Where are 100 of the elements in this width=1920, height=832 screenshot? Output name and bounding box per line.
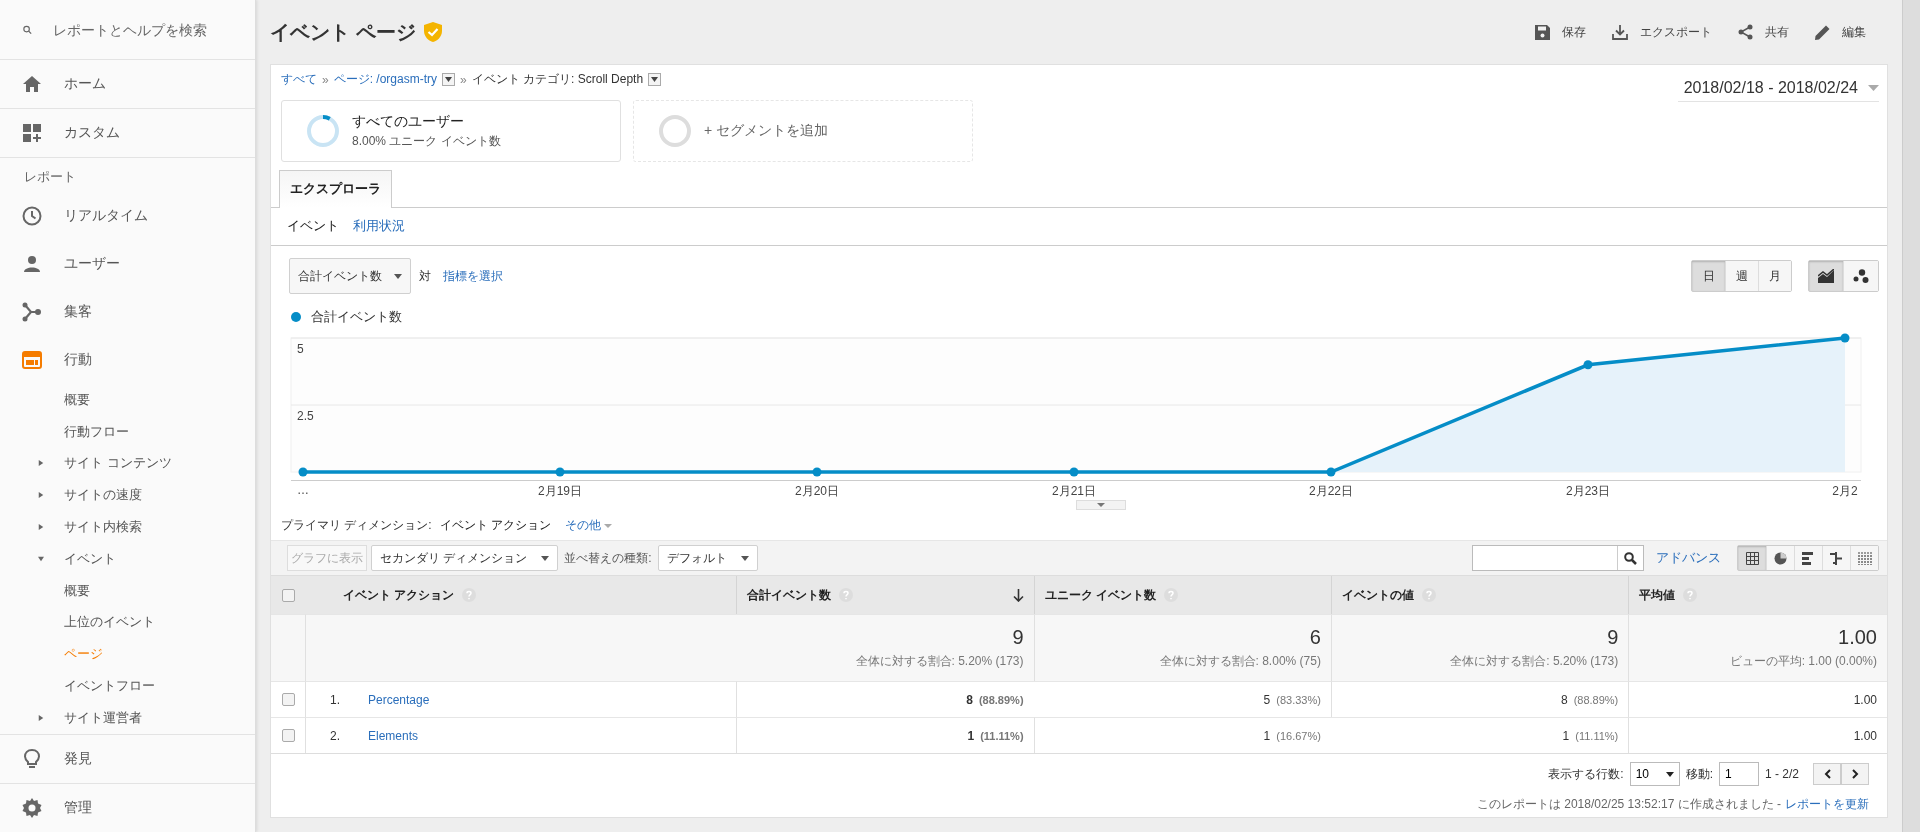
row-checkbox[interactable] <box>281 693 295 706</box>
sidebar-subitem[interactable]: イベントフロー <box>0 670 255 702</box>
share-button[interactable]: 共有 <box>1738 23 1789 41</box>
period-button[interactable]: 日 <box>1692 261 1725 291</box>
period-button[interactable]: 週 <box>1725 261 1758 291</box>
save-button[interactable]: 保存 <box>1535 23 1586 41</box>
cell-value: 1 <box>1263 728 1271 743</box>
sidebar-subitem[interactable]: サイトの速度 <box>0 479 255 512</box>
select-metric-link[interactable]: 指標を選択 <box>443 267 503 285</box>
sidebar-subitem[interactable]: イベント <box>0 543 255 575</box>
primary-dimension-value[interactable]: イベント アクション <box>439 517 551 534</box>
breadcrumb-link[interactable]: すべて <box>281 71 317 88</box>
refresh-report-link[interactable]: レポートを更新 <box>1785 796 1869 813</box>
caret-down-icon <box>604 523 612 528</box>
subtab-link[interactable]: イベント <box>287 217 339 235</box>
sidebar-item[interactable]: リアルタイム <box>0 192 255 240</box>
section-label: レポート <box>23 168 77 186</box>
sort-type-dropdown[interactable]: デフォルト <box>657 545 758 571</box>
sidebar-subitem[interactable]: サイト内検索 <box>0 511 255 543</box>
dropdown-button[interactable] <box>442 73 456 86</box>
help-icon <box>1421 588 1436 602</box>
person-icon <box>22 255 42 273</box>
primary-dimension-label: プライマリ ディメンション: <box>281 517 432 534</box>
collapse-chart-button[interactable] <box>1076 500 1126 510</box>
sidebar-item[interactable]: ホーム <box>0 60 255 109</box>
sidebar-subitem[interactable]: サイト コンテンツ <box>0 447 255 480</box>
ring-icon <box>658 114 692 148</box>
other-dimension-link[interactable]: その他 <box>565 517 612 534</box>
event-action-link[interactable]: Elements <box>368 728 419 743</box>
total-value: 1.00 <box>1838 626 1877 649</box>
sidebar-item[interactable]: カスタム <box>0 109 255 158</box>
column-header[interactable]: 合計イベント数 <box>736 576 1034 614</box>
help-icon <box>462 588 477 602</box>
sidebar-subitem[interactable]: 概要 <box>0 384 255 416</box>
breadcrumb-link[interactable]: ページ: /orgasm-try <box>333 71 438 88</box>
sidebar-subitem[interactable]: 概要 <box>0 574 255 607</box>
x-tick-label: 2月19日 <box>538 483 582 500</box>
data-point <box>555 467 565 477</box>
caret-down-icon <box>1868 85 1879 91</box>
table-search-field[interactable] <box>1472 545 1644 571</box>
share-icon <box>1738 24 1753 40</box>
sidebar-item[interactable]: 集客 <box>0 288 255 336</box>
cell-percentage: (11.11%) <box>1575 729 1619 742</box>
total-note: ビューの平均: 1.00 (0.00%) <box>1729 653 1877 670</box>
x-tick-label: 2月21日 <box>1052 483 1096 500</box>
edit-button[interactable]: 編集 <box>1815 23 1866 41</box>
caret-down-icon <box>541 555 550 561</box>
segment-subtitle: 8.00% ユニーク イベント数 <box>352 132 501 150</box>
bars-icon <box>1802 551 1815 565</box>
line-chart-button[interactable] <box>1809 261 1843 291</box>
period-button[interactable]: 月 <box>1758 261 1791 291</box>
cell-value: 1 <box>1562 728 1570 743</box>
help-icon <box>1683 588 1698 602</box>
cell-value: 1.00 <box>1853 692 1877 707</box>
sidebar-item[interactable]: 行動 <box>0 336 255 384</box>
area-chart-icon <box>1818 269 1834 283</box>
secondary-dimension-dropdown[interactable]: セカンダリ ディメンション <box>371 545 559 571</box>
advanced-link[interactable]: アドバンス <box>1656 549 1721 567</box>
subtab-link[interactable]: 利用状況 <box>353 217 405 235</box>
sidebar-item[interactable]: 管理 <box>0 782 255 832</box>
cell-percentage: (11.11%) <box>980 729 1024 742</box>
column-header[interactable]: イベント アクション <box>305 576 737 614</box>
comparison-icon <box>1830 551 1843 565</box>
previous-page-button[interactable] <box>1813 763 1841 785</box>
y-tick-label: 5 <box>297 342 304 356</box>
column-header[interactable]: イベントの値 <box>1330 576 1629 614</box>
pencil-icon <box>1815 24 1830 40</box>
scrollbar[interactable] <box>1902 0 1920 832</box>
caret-down-icon <box>1097 503 1105 507</box>
date-range-picker[interactable]: 2018/02/18 - 2018/02/24 <box>1677 77 1879 102</box>
sidebar-item[interactable]: 発見 <box>0 733 255 783</box>
select-all-checkbox[interactable] <box>281 588 295 602</box>
x-tick-label: 2月2 <box>1832 483 1858 500</box>
column-header[interactable]: ユニーク イベント数 <box>1033 576 1331 614</box>
segment-card[interactable]: すべてのユーザー 8.00% ユニーク イベント数 <box>281 100 621 162</box>
sidebar-subitem[interactable]: 行動フロー <box>0 415 255 448</box>
go-to-field[interactable]: 1 <box>1718 762 1759 786</box>
branch-icon <box>22 302 42 322</box>
add-segment-button[interactable]: + セグメントを追加 <box>633 100 973 162</box>
caret-down-icon <box>651 77 659 82</box>
sidebar-subitem[interactable]: サイト運営者 <box>0 701 255 734</box>
column-header[interactable]: 平均値 <box>1628 576 1887 614</box>
tab[interactable]: エクスプローラ <box>279 170 392 208</box>
next-page-button[interactable] <box>1841 763 1869 785</box>
sidebar-subitem[interactable]: 上位のイベント <box>0 606 255 639</box>
event-action-link[interactable]: Percentage <box>368 692 430 707</box>
export-button[interactable]: エクスポート <box>1612 23 1712 41</box>
cell-value: 8 <box>1560 692 1568 707</box>
cell-value: 5 <box>1263 692 1271 707</box>
row-checkbox[interactable] <box>281 729 295 742</box>
motion-chart-button[interactable] <box>1843 261 1878 291</box>
search-field[interactable]: レポートとヘルプを検索 <box>53 19 233 40</box>
rows-per-page-dropdown[interactable]: 10 <box>1629 762 1680 786</box>
data-point <box>812 467 822 477</box>
sidebar-item[interactable]: ユーザー <box>0 240 255 288</box>
metric-dropdown[interactable]: 合計イベント数 <box>289 258 411 294</box>
table-view-button[interactable] <box>1738 546 1766 570</box>
arrow-down-icon <box>1012 588 1024 602</box>
clock-icon <box>22 206 42 226</box>
dropdown-button[interactable] <box>648 73 662 86</box>
